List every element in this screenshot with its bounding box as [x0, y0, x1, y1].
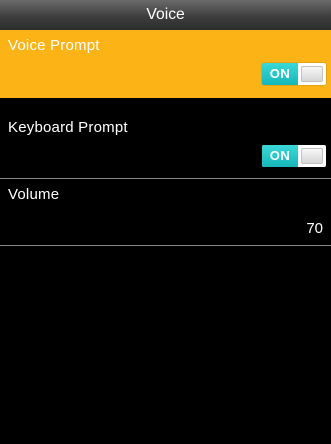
toggle-knob-icon	[301, 66, 323, 82]
toggle-knob-icon	[301, 148, 323, 164]
title-bar: Voice	[0, 0, 331, 30]
voice-prompt-toggle[interactable]: ON	[262, 63, 326, 85]
voice-settings-screen: Voice Voice Prompt ON Keyboard Prompt ON…	[0, 0, 331, 444]
setting-row-volume[interactable]: Volume 70	[0, 179, 331, 247]
setting-row-voice-prompt[interactable]: Voice Prompt ON	[0, 30, 331, 98]
divider	[0, 245, 331, 246]
volume-value: 70	[306, 220, 323, 237]
voice-prompt-toggle-state: ON	[262, 63, 298, 85]
setting-row-keyboard-prompt[interactable]: Keyboard Prompt ON	[0, 112, 331, 180]
volume-label: Volume	[8, 186, 60, 203]
keyboard-prompt-label: Keyboard Prompt	[8, 119, 128, 136]
voice-prompt-label: Voice Prompt	[8, 37, 100, 54]
keyboard-prompt-toggle[interactable]: ON	[262, 145, 326, 167]
keyboard-prompt-toggle-state: ON	[262, 145, 298, 167]
page-title: Voice	[146, 6, 185, 23]
